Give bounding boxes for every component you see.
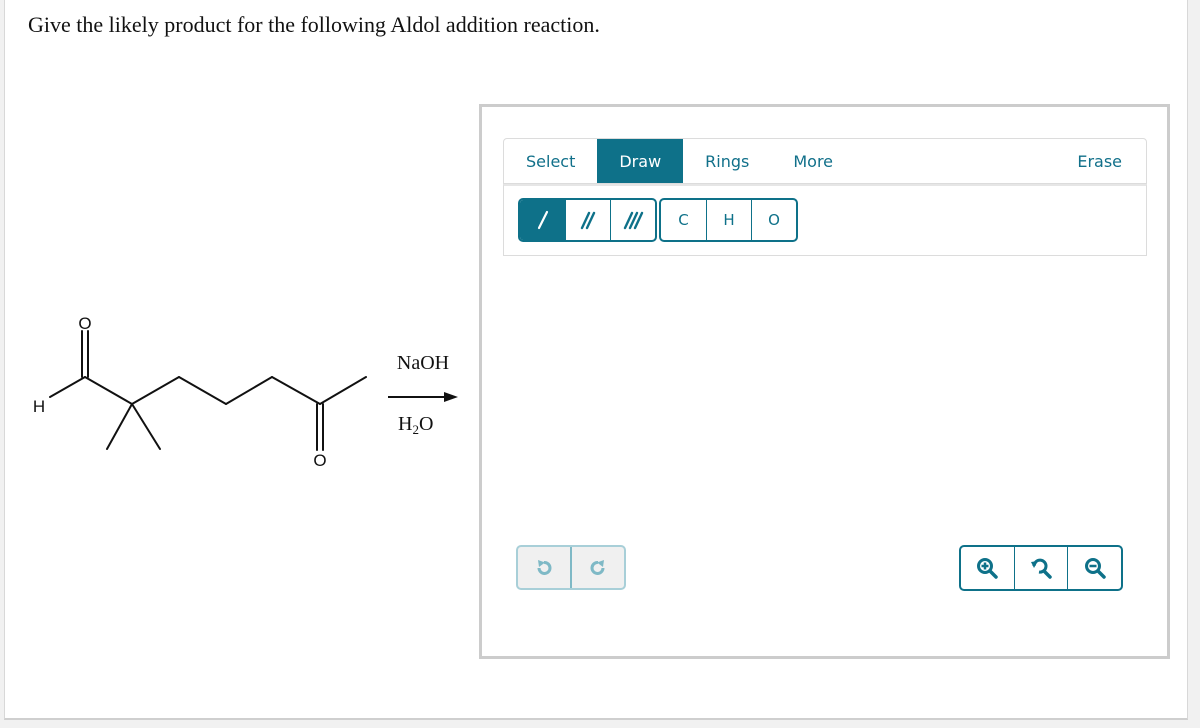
tab-draw[interactable]: Draw	[597, 139, 684, 183]
atom-button-c[interactable]: C	[661, 200, 706, 240]
zoom-in-button[interactable]	[961, 547, 1014, 589]
single-bond-icon	[537, 210, 548, 230]
reset-zoom-button[interactable]	[1013, 547, 1068, 589]
bond-c2-c3	[131, 376, 180, 405]
bond-c4-c5	[225, 376, 273, 405]
zoom-out-button[interactable]	[1067, 547, 1121, 589]
bond-h-c1	[49, 376, 86, 398]
atom-label-aldehyde-o: O	[78, 314, 91, 333]
atom-label-aldehyde-h: H	[33, 397, 45, 416]
tab-erase[interactable]: Erase	[1055, 139, 1146, 183]
reactant-molecule	[49, 330, 367, 451]
redo-button[interactable]	[570, 547, 624, 588]
reagent-naoh: NaOH	[397, 352, 449, 374]
tab-select[interactable]: Select	[504, 139, 597, 183]
bond-c5-c6	[271, 376, 321, 405]
bond-c3-c4	[178, 376, 227, 405]
undo-icon	[537, 559, 552, 575]
atom-type-group: C H O	[659, 198, 798, 242]
editor-tabs: Select Draw Rings More Erase	[503, 138, 1147, 184]
reagent-water: H2O	[398, 413, 433, 437]
triple-bond-button[interactable]	[610, 200, 655, 240]
tab-more[interactable]: More	[771, 139, 855, 183]
bond-c1-c2	[84, 376, 133, 405]
editor-toolbar: Select Draw Rings More Erase C H O	[503, 138, 1147, 256]
bond-c6-methyl	[319, 376, 367, 405]
reaction-scheme: O H O NaOH H2O	[33, 314, 458, 470]
reagent-water-h: H	[398, 413, 412, 435]
double-bond-button[interactable]	[565, 200, 610, 240]
bond-c2-methyl-a	[106, 403, 133, 450]
single-bond-button[interactable]	[520, 200, 565, 240]
triple-bond-icon	[623, 211, 644, 230]
zoom-controls	[959, 545, 1123, 591]
atom-button-o[interactable]: O	[751, 200, 796, 240]
atom-button-h[interactable]: H	[706, 200, 751, 240]
atom-label-ketone-o: O	[313, 451, 326, 470]
undo-button[interactable]	[518, 547, 570, 588]
double-bond-icon	[580, 211, 596, 230]
history-controls	[516, 545, 626, 590]
zoom-in-icon	[977, 558, 999, 579]
bond-c2-methyl-b	[131, 403, 161, 450]
bond-type-group	[518, 198, 657, 242]
reagent-water-o: O	[419, 413, 433, 435]
zoom-out-icon	[1084, 558, 1106, 579]
tab-rings[interactable]: Rings	[683, 139, 771, 183]
reaction-arrow-head	[444, 392, 458, 402]
reset-zoom-icon	[1031, 558, 1052, 579]
draw-options-bar: C H O	[503, 184, 1147, 256]
redo-icon	[590, 559, 605, 575]
